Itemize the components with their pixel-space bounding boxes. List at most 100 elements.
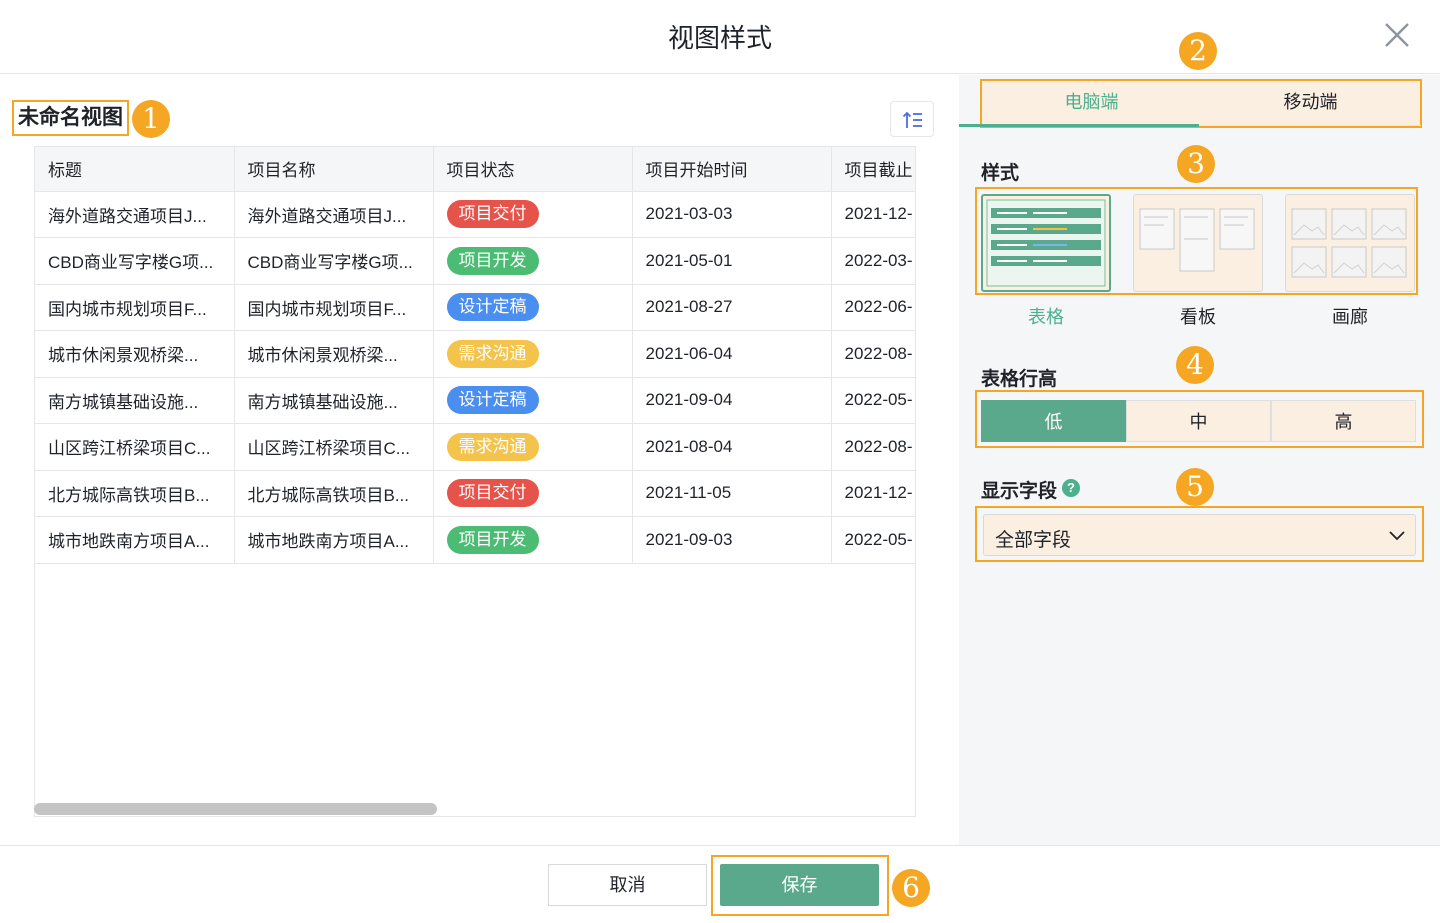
cell-project-name: 海外道路交通项目J... (234, 191, 434, 238)
cell-status: 项目开发 (433, 516, 633, 564)
view-name-title[interactable]: 未命名视图 (12, 100, 129, 136)
table-row[interactable]: 城市休闲景观桥梁... 城市休闲景观桥梁... 需求沟通 2021-06-04 2022… (35, 330, 915, 378)
row-height-section-label: 表格行高 (981, 369, 1058, 390)
style-option-gallery[interactable] (1285, 194, 1415, 292)
cell-project-name: 城市地跌南方项目A... (234, 516, 434, 564)
step-badge-6: 6 (892, 869, 930, 907)
status-badge: 项目开发 (446, 246, 539, 275)
cell-title: 海外道路交通项目J... (35, 191, 235, 238)
dialog-title: 视图样式 (667, 23, 772, 53)
cell-title: 城市地跌南方项目A... (35, 516, 235, 564)
cell-project-name: CBD商业写字楼G项... (234, 237, 434, 285)
cell-end-date: 2022-08- (831, 330, 915, 378)
table-header-row: 标题 项目名称 项目状态 项目开始时间 项目截止 (35, 147, 915, 192)
style-section-label: 样式 (981, 163, 1020, 184)
cell-end-date: 2022-03- (831, 237, 915, 285)
status-badge: 项目开发 (446, 525, 539, 554)
cell-status: 项目交付 (433, 470, 633, 517)
cell-start-date: 2021-08-27 (632, 284, 832, 331)
status-badge: 项目交付 (446, 200, 539, 229)
style-option-table[interactable] (981, 194, 1111, 292)
cell-end-date: 2022-08- (831, 423, 915, 471)
close-button[interactable] (1382, 20, 1412, 50)
cell-status: 项目开发 (433, 237, 633, 285)
status-badge: 需求沟通 (446, 339, 539, 368)
row-height-options: 低 中 高 (975, 390, 1424, 448)
fields-section-label: 显示字段 (981, 481, 1058, 502)
table-row[interactable]: 海外道路交通项目J... 海外道路交通项目J... 项目交付 2021-03-03 20… (35, 191, 915, 238)
cell-title: 城市休闲景观桥梁... (35, 330, 235, 378)
column-header: 项目状态 (433, 147, 633, 192)
step-badge-5: 5 (1176, 468, 1214, 506)
active-tab-indicator (959, 124, 1199, 127)
cell-start-date: 2021-03-03 (632, 191, 832, 238)
style-label-gallery: 画廊 (1332, 307, 1368, 327)
row-height-medium[interactable]: 中 (1126, 400, 1271, 442)
table-row[interactable]: 北方城际高铁项目B... 北方城际高铁项目B... 项目交付 2021-11-05 20… (35, 470, 915, 517)
fields-select-value: 全部字段 (995, 530, 1072, 551)
sort-button[interactable] (890, 101, 934, 137)
cell-start-date: 2021-05-01 (632, 237, 832, 285)
step-badge-1: 1 (132, 100, 170, 138)
tab-desktop[interactable]: 电脑端 (982, 81, 1201, 126)
style-options (975, 187, 1418, 295)
cell-status: 设计定稿 (433, 284, 633, 331)
close-icon (1385, 23, 1409, 47)
step-badge-2: 2 (1179, 32, 1217, 70)
cell-end-date: 2022-06- (831, 284, 915, 331)
cell-start-date: 2021-06-04 (632, 330, 832, 378)
column-header: 项目名称 (234, 147, 434, 192)
cell-project-name: 南方城镇基础设施... (234, 377, 434, 424)
cell-end-date: 2021-12- (831, 191, 915, 238)
fields-select[interactable]: 全部字段 (983, 514, 1416, 556)
row-height-low[interactable]: 低 (981, 400, 1126, 442)
status-badge: 项目交付 (446, 479, 539, 508)
horizontal-scrollbar[interactable] (34, 803, 437, 815)
cell-end-date: 2021-12- (831, 470, 915, 517)
column-header: 项目开始时间 (632, 147, 832, 192)
step-badge-4: 4 (1176, 346, 1214, 384)
table-style-icon (986, 199, 1106, 287)
table-row[interactable]: 山区跨江桥梁项目C... 山区跨江桥梁项目C... 需求沟通 2021-08-04 20… (35, 423, 915, 471)
preview-table: 标题 项目名称 项目状态 项目开始时间 项目截止 海外道路交通项目J... 海外道… (34, 146, 916, 817)
device-tabs: 电脑端 移动端 (980, 79, 1422, 128)
tab-divider (1199, 125, 1421, 126)
step-badge-3: 3 (1177, 145, 1215, 183)
status-badge: 设计定稿 (446, 386, 539, 415)
style-label-kanban: 看板 (1180, 307, 1216, 327)
cell-end-date: 2022-05- (831, 516, 915, 564)
cell-start-date: 2021-11-05 (632, 470, 832, 517)
cell-start-date: 2021-09-04 (632, 377, 832, 424)
table-row[interactable]: CBD商业写字楼G项... CBD商业写字楼G项... 项目开发 2021-05-01… (35, 237, 915, 285)
style-label-table: 表格 (1028, 307, 1064, 327)
cancel-button[interactable]: 取消 (548, 864, 707, 906)
cell-title: CBD商业写字楼G项... (35, 237, 235, 285)
cell-status: 设计定稿 (433, 377, 633, 424)
cell-title: 北方城际高铁项目B... (35, 470, 235, 517)
status-badge: 设计定稿 (446, 293, 539, 322)
dialog-header: 视图样式 (0, 0, 1440, 74)
cell-project-name: 山区跨江桥梁项目C... (234, 423, 434, 471)
cell-title: 山区跨江桥梁项目C... (35, 423, 235, 471)
table-row[interactable]: 城市地跌南方项目A... 城市地跌南方项目A... 项目开发 2021-09-03 20… (35, 516, 915, 564)
fields-select-wrapper: 全部字段 (975, 506, 1424, 562)
cell-project-name: 城市休闲景观桥梁... (234, 330, 434, 378)
cell-status: 需求沟通 (433, 330, 633, 378)
style-option-kanban[interactable] (1133, 194, 1263, 292)
cell-status: 项目交付 (433, 191, 633, 238)
cell-start-date: 2021-08-04 (632, 423, 832, 471)
table-row[interactable]: 南方城镇基础设施... 南方城镇基础设施... 设计定稿 2021-09-04 2022… (35, 377, 915, 424)
tab-mobile[interactable]: 移动端 (1201, 81, 1420, 126)
cell-start-date: 2021-09-03 (632, 516, 832, 564)
cell-title: 国内城市规划项目F... (35, 284, 235, 331)
cell-end-date: 2022-05- (831, 377, 915, 424)
row-height-high[interactable]: 高 (1271, 400, 1416, 442)
column-header: 项目截止 (831, 147, 915, 192)
help-icon[interactable]: ? (1062, 479, 1080, 497)
kanban-style-icon (1139, 208, 1255, 272)
cell-project-name: 国内城市规划项目F... (234, 284, 434, 331)
cell-title: 南方城镇基础设施... (35, 377, 235, 424)
chevron-down-icon (1389, 531, 1405, 541)
save-button[interactable]: 保存 (720, 864, 879, 906)
table-row[interactable]: 国内城市规划项目F... 国内城市规划项目F... 设计定稿 2021-08-27 20… (35, 284, 915, 331)
